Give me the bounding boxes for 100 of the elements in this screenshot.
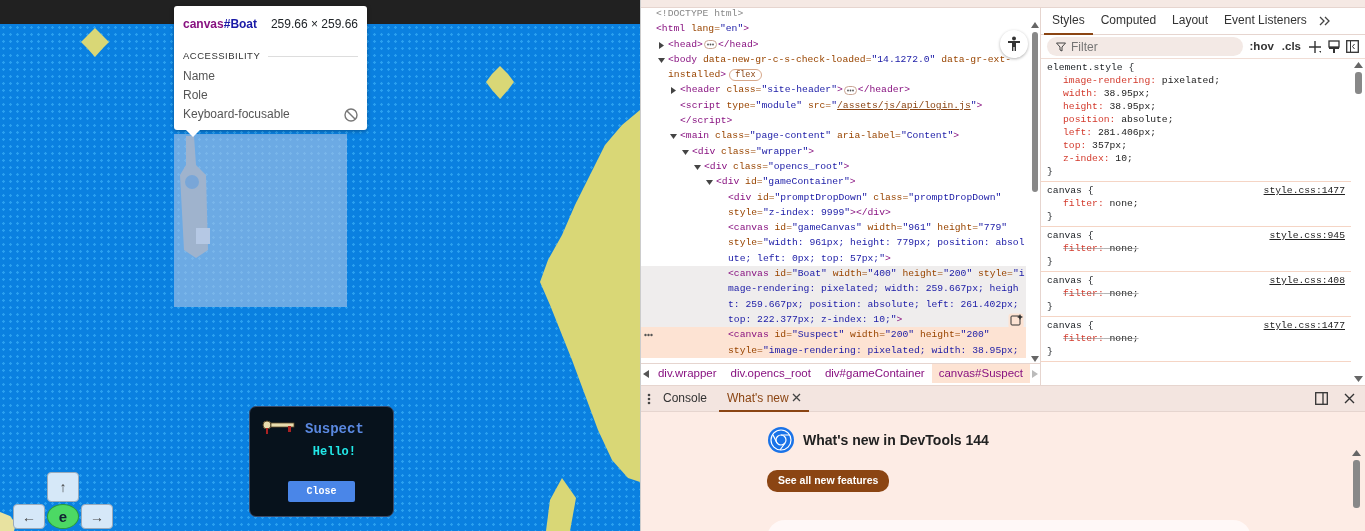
closing-brace: }	[1047, 210, 1054, 223]
html-code: <html lang="en">	[656, 22, 750, 37]
section-heading: ACCESSIBILITY	[183, 49, 261, 63]
closing-brace: }	[1047, 255, 1054, 268]
html-code: <header class="site-header">	[680, 83, 843, 98]
more-icon[interactable]	[644, 333, 653, 338]
filter-field[interactable]: Filter	[1047, 37, 1243, 56]
html-code: mage-rendering: pixelated; width: 259.667px; heigh	[728, 282, 1019, 297]
toolbar-toggle[interactable]: .cls	[1280, 37, 1302, 56]
closing-brace: }	[1047, 345, 1054, 358]
html-code: top: 222.377px; z-index: 10;">	[728, 312, 903, 327]
chrome-logo-icon	[767, 426, 795, 454]
dialog-message: Hello!	[312, 444, 356, 461]
html-code: <canvas id="gameCanvas" width="961" height="779"	[728, 221, 1008, 236]
html-code: <head>	[668, 37, 703, 52]
css-selector: element.style {	[1047, 61, 1135, 74]
panel-heading: What's new in DevTools 144	[803, 431, 989, 449]
dock-side-icon[interactable]	[1315, 392, 1328, 405]
css-declaration[interactable]: filter: none;	[1047, 287, 1345, 300]
paint-roller-icon[interactable]	[1328, 39, 1340, 54]
html-code: <div id="promptDropDown" class="promptDropDown"	[728, 190, 1002, 205]
html-code: installed>	[668, 68, 727, 83]
chevron-double-icon[interactable]	[1318, 16, 1331, 26]
close-button[interactable]: Close	[288, 481, 355, 502]
arrow-key[interactable]: →	[81, 504, 113, 529]
css-declaration[interactable]: z-index: 10;	[1047, 152, 1345, 165]
html-code: style="z-index: 9999"></div>	[728, 205, 891, 220]
key-icon	[262, 419, 296, 435]
expand-arrow-icon[interactable]	[670, 133, 677, 141]
css-selector: canvas {	[1047, 274, 1094, 287]
see-features-button[interactable]: See all new features	[767, 470, 890, 492]
html-code: t: 259.667px; position: absolute; left: 261.402px;	[728, 297, 1019, 312]
drawer-tab[interactable]: What's new	[719, 385, 809, 412]
close-icon[interactable]	[791, 393, 801, 402]
closing-brace: }	[1047, 300, 1054, 313]
breadcrumb[interactable]: canvas#Suspect	[931, 364, 1031, 383]
breadcrumb[interactable]: div#gameContainer	[817, 364, 932, 383]
arrow-key[interactable]: ↑	[47, 472, 79, 502]
expand-arrow-icon[interactable]	[706, 179, 713, 187]
close-icon[interactable]	[1344, 393, 1355, 404]
expand-arrow-icon[interactable]	[682, 148, 689, 156]
css-declaration[interactable]: filter: none;	[1047, 332, 1345, 345]
css-declaration[interactable]: filter: none;	[1047, 242, 1345, 255]
hovered-dom-row[interactable]: <canvas id="Boat" width="400" height="200" style="i mage-rendering: pixelated; width: 259.667px; heigh t: 259.667px; position: absolute; left: 261.402px; top: 222.377px; z-index: 10;">	[641, 266, 1026, 328]
element-label: canvas#Boat	[183, 16, 258, 33]
css-declaration[interactable]: filter: none;	[1047, 197, 1345, 210]
drawer-tab[interactable]: Console	[655, 385, 716, 412]
css-declaration[interactable]: position: absolute;	[1047, 113, 1345, 126]
plus-icon[interactable]	[1308, 39, 1322, 54]
island	[0, 512, 16, 531]
html-code: ute; left: 0px; top: 57px;">	[728, 251, 891, 266]
scrollbar[interactable]	[1354, 62, 1363, 382]
panel-tab[interactable]: Event Listeners	[1216, 7, 1315, 35]
css-declaration[interactable]: height: 38.95px;	[1047, 100, 1345, 113]
html-code: <canvas id="Suspect" width="200" height="200"	[728, 328, 990, 343]
kebab-menu-icon[interactable]	[647, 392, 651, 405]
css-selector: canvas {	[1047, 319, 1094, 332]
html-code: <body data-new-gr-c-s-check-loaded="14.1272.0" data-gr-ext-	[668, 52, 1011, 67]
property-label: Name	[183, 68, 215, 86]
property-label: Role	[183, 87, 208, 105]
arrow-key[interactable]: ←	[13, 504, 45, 529]
css-declaration[interactable]: left: 281.406px;	[1047, 126, 1345, 139]
breadcrumb[interactable]: div.wrapper	[650, 364, 724, 383]
sidebar-toggle-icon[interactable]	[1346, 40, 1359, 53]
css-selector: canvas {	[1047, 229, 1094, 242]
source-link[interactable]: style.css:408	[1269, 274, 1345, 287]
html-code: <div id="gameContainer">	[716, 175, 856, 190]
source-link[interactable]: style.css:945	[1269, 229, 1345, 242]
scroll-left-icon[interactable]	[643, 369, 649, 378]
css-declaration[interactable]: top: 357px;	[1047, 139, 1345, 152]
breadcrumb[interactable]: div.opencs_root	[723, 364, 818, 383]
panel-tab[interactable]: Layout	[1164, 7, 1217, 35]
html-code: </script>	[680, 114, 733, 129]
scrollbar[interactable]	[1031, 22, 1039, 362]
person-icon	[1007, 36, 1021, 52]
source-link[interactable]: style.css:1477	[1263, 319, 1345, 332]
html-code: <div class="opencs_root">	[704, 159, 850, 174]
html-code: </header>	[857, 83, 911, 98]
island	[486, 66, 514, 99]
expand-arrow-icon[interactable]	[658, 41, 665, 49]
css-declaration[interactable]: image-rendering: pixelated;	[1047, 74, 1345, 87]
toolbar-toggle[interactable]: :hov	[1248, 37, 1275, 56]
panel-tab[interactable]: Computed	[1092, 7, 1165, 35]
panel-tab[interactable]: Styles	[1044, 7, 1093, 35]
html-code: style="width: 961px; height: 779px; position: absol	[728, 236, 1025, 251]
css-selector: canvas {	[1047, 184, 1094, 197]
ellipsis-icon[interactable]	[843, 85, 857, 95]
expand-arrow-icon[interactable]	[694, 163, 701, 171]
html-code: <canvas id="Boat" width="400" height="200" style="i	[728, 267, 1025, 282]
source-link[interactable]: style.css:1477	[1263, 184, 1345, 197]
selected-dom-row[interactable]: <canvas id="Suspect" width="200" height="200" style="image-rendering: pixelated; width: 38.95px;	[641, 327, 1026, 358]
html-code: <div class="wrapper">	[692, 144, 815, 159]
closing-brace: }	[1047, 165, 1054, 178]
html-code: <!DOCTYPE html>	[656, 7, 744, 21]
css-declaration[interactable]: width: 38.95px;	[1047, 87, 1345, 100]
island	[81, 28, 109, 57]
html-code: </head>	[717, 37, 759, 52]
expand-arrow-icon[interactable]	[670, 87, 677, 95]
expand-arrow-icon[interactable]	[658, 56, 665, 64]
ellipsis-icon[interactable]	[703, 39, 717, 49]
